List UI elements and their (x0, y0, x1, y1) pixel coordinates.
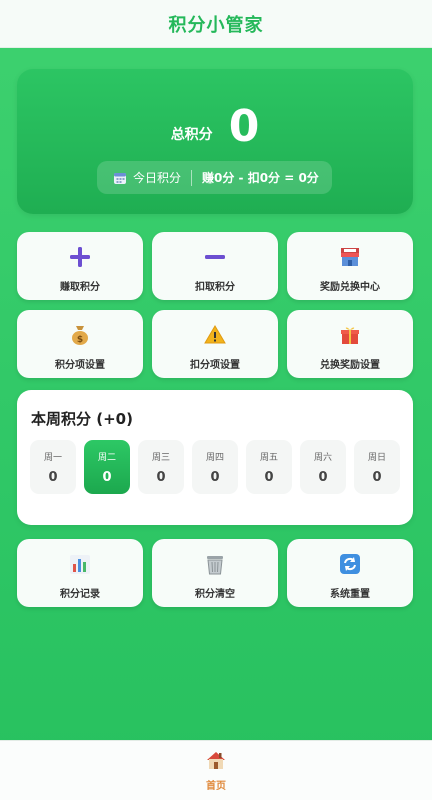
day-name: 周四 (205, 453, 224, 463)
day-thu[interactable]: 周四 0 (192, 440, 238, 494)
app-header: 积分小管家 (0, 0, 432, 48)
day-name: 周二 (97, 453, 116, 463)
day-name: 周一 (43, 453, 62, 463)
total-points-card: 总积分 0 今日积分 赚0分 - 扣0分 = 0分 (17, 69, 413, 214)
today-points-formula: 赚0分 - 扣0分 = 0分 (202, 171, 319, 185)
home-icon (205, 749, 227, 775)
day-name: 周六 (313, 453, 332, 463)
trash-icon (202, 551, 228, 577)
gift-icon (337, 322, 363, 348)
nav-home-label: 首页 (206, 781, 226, 792)
plus-icon (67, 244, 93, 270)
total-points-row: 总积分 0 (17, 99, 413, 155)
day-value: 0 (318, 470, 328, 485)
bottom-nav: 首页 (0, 740, 432, 800)
points-items-settings-label: 积分项设置 (55, 360, 105, 371)
today-points-pill: 今日积分 赚0分 - 扣0分 = 0分 (97, 161, 332, 194)
points-records-label: 积分记录 (60, 589, 100, 600)
today-points-label: 今日积分 (133, 171, 182, 185)
svg-text:$: $ (77, 335, 83, 345)
weekly-points-card: 本周积分 (+0) 周一 0 周二 0 周三 0 周四 0 周五 0 周六 0 … (17, 390, 413, 525)
day-fri[interactable]: 周五 0 (246, 440, 292, 494)
day-value: 0 (48, 470, 58, 485)
points-records-button[interactable]: 积分记录 (17, 539, 143, 607)
day-value: 0 (372, 470, 382, 485)
deduct-points-button[interactable]: 扣取积分 (152, 232, 278, 300)
day-sat[interactable]: 周六 0 (300, 440, 346, 494)
total-points-label: 总积分 (170, 127, 213, 143)
day-name: 周三 (151, 453, 170, 463)
day-value: 0 (210, 470, 220, 485)
clear-points-button[interactable]: 积分清空 (152, 539, 278, 607)
app-root: 积分小管家 总积分 0 今日积分 赚0分 - 扣0分 = 0分 赚取积分 扣取积… (0, 0, 432, 800)
store-icon (337, 244, 363, 270)
reward-exchange-button[interactable]: 奖励兑换中心 (287, 232, 413, 300)
day-mon[interactable]: 周一 0 (30, 440, 76, 494)
system-reset-label: 系统重置 (330, 589, 370, 600)
day-value: 0 (264, 470, 274, 485)
deduction-items-settings-button[interactable]: 扣分项设置 (152, 310, 278, 378)
refresh-icon (337, 551, 363, 577)
pill-divider (191, 169, 193, 186)
bar-chart-icon (67, 551, 93, 577)
weekly-points-title: 本周积分 (+0) (31, 410, 133, 428)
earn-points-button[interactable]: 赚取积分 (17, 232, 143, 300)
day-sun[interactable]: 周日 0 (354, 440, 400, 494)
points-items-settings-button[interactable]: $ 积分项设置 (17, 310, 143, 378)
day-name: 周五 (259, 453, 278, 463)
minus-icon (202, 244, 228, 270)
day-name: 周日 (367, 453, 386, 463)
day-value: 0 (156, 470, 166, 485)
day-value: 0 (102, 470, 112, 485)
calendar-icon (113, 171, 127, 185)
system-reset-button[interactable]: 系统重置 (287, 539, 413, 607)
warning-icon (202, 322, 228, 348)
exchange-rewards-settings-label: 兑换奖励设置 (320, 360, 380, 371)
reward-exchange-label: 奖励兑换中心 (320, 282, 380, 293)
day-tue[interactable]: 周二 0 (84, 440, 130, 494)
deduction-items-settings-label: 扣分项设置 (190, 360, 240, 371)
clear-points-label: 积分清空 (195, 589, 235, 600)
deduct-points-label: 扣取积分 (195, 282, 235, 293)
exchange-rewards-settings-button[interactable]: 兑换奖励设置 (287, 310, 413, 378)
earn-points-label: 赚取积分 (60, 282, 100, 293)
total-points-value: 0 (228, 101, 260, 152)
app-title: 积分小管家 (168, 14, 264, 36)
nav-home[interactable]: 首页 (205, 749, 227, 792)
day-wed[interactable]: 周三 0 (138, 440, 184, 494)
money-bag-icon: $ (67, 322, 93, 348)
